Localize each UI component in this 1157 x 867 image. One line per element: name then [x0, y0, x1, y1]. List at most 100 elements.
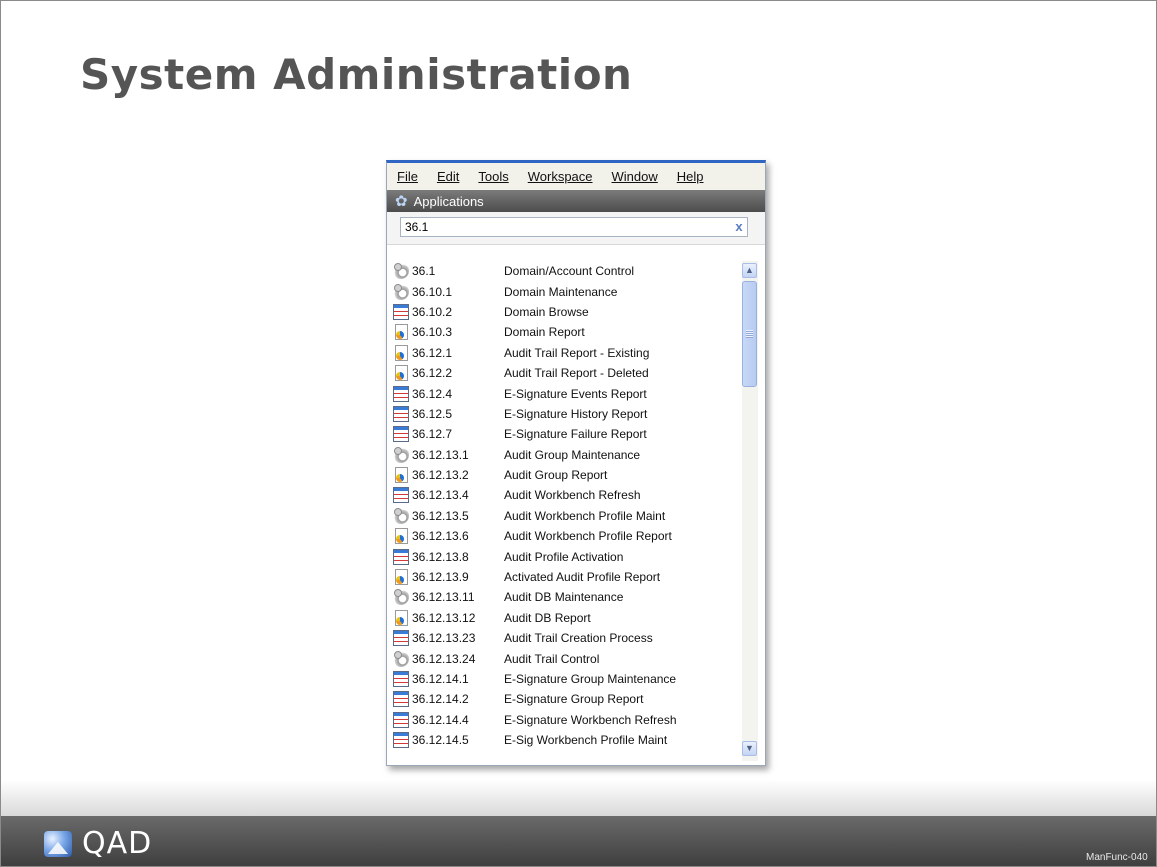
list-item-code: 36.12.13.1 [412, 447, 469, 462]
list-item-label: Activated Audit Profile Report [504, 570, 661, 585]
list-item-code: 36.12.13.8 [412, 549, 469, 564]
list-item-code: 36.12.13.9 [412, 570, 469, 585]
list-item[interactable]: 36.12.13.24 Audit Trail Control [393, 648, 741, 668]
list-item-label: Audit Workbench Refresh [504, 488, 641, 503]
report-icon [395, 324, 408, 341]
list-item[interactable]: 36.1 Domain/Account Control [393, 261, 741, 281]
list-item-code: 36.12.13.4 [412, 488, 469, 503]
browse-icon [393, 711, 409, 728]
list-item-code: 36.12.14.2 [412, 692, 469, 707]
report-icon [395, 467, 408, 484]
browse-icon [393, 426, 409, 443]
list-item[interactable]: 36.12.13.23 Audit Trail Creation Process [393, 628, 741, 648]
browse-icon [393, 630, 409, 647]
list-item[interactable]: 36.12.5 E-Signature History Report [393, 404, 741, 424]
list-item-code: 36.1 [412, 264, 436, 279]
list-item[interactable]: 36.12.13.9 Activated Audit Profile Report [393, 567, 741, 587]
list-item-label: Audit Workbench Profile Maint [504, 508, 666, 523]
list-item-label: E-Signature Failure Report [504, 427, 647, 442]
list-item[interactable]: 36.12.2 Audit Trail Report - Deleted [393, 363, 741, 383]
menu-file[interactable]: File [397, 169, 418, 184]
gear-icon [393, 507, 409, 524]
list-item-code: 36.10.1 [412, 284, 453, 299]
menu-help-label: Help [676, 169, 704, 184]
list-item[interactable]: 36.10.3 Domain Report [393, 322, 741, 342]
menu-window[interactable]: Window [612, 169, 658, 184]
gear-icon [393, 263, 409, 280]
list-item[interactable]: 36.12.13.8 Audit Profile Activation [393, 546, 741, 566]
list-item[interactable]: 36.12.13.11 Audit DB Maintenance [393, 587, 741, 607]
report-icon [395, 569, 408, 586]
scroll-grip [746, 330, 753, 338]
list-item[interactable]: 36.12.13.2 Audit Group Report [393, 465, 741, 485]
gear-icon [393, 589, 409, 606]
list-item-label: Domain Report [504, 325, 585, 340]
browse-icon [393, 303, 409, 320]
list-item-label: E-Signature Events Report [504, 386, 647, 401]
menu-help[interactable]: Help [677, 169, 704, 184]
list-item[interactable]: 36.10.1 Domain Maintenance [393, 281, 741, 301]
list-item[interactable]: 36.12.13.12 Audit DB Report [393, 608, 741, 628]
list-item-code: 36.12.7 [412, 427, 453, 442]
scroll-thumb[interactable] [742, 281, 757, 387]
list-item[interactable]: 36.12.13.5 Audit Workbench Profile Maint [393, 506, 741, 526]
list-item[interactable]: 36.12.14.2 E-Signature Group Report [393, 689, 741, 709]
list-item-code: 36.12.13.23 [412, 631, 476, 646]
list-item[interactable]: 36.12.14.1 E-Signature Group Maintenance [393, 669, 741, 689]
gear-icon [393, 283, 409, 300]
list-item-code: 36.12.13.6 [412, 529, 469, 544]
gear-icon [393, 650, 409, 667]
application-window: File Edit Tools Workspace Window Help ✿ … [386, 160, 766, 766]
browse-icon [393, 487, 409, 504]
list-item-code: 36.12.2 [412, 366, 453, 381]
browse-icon [393, 671, 409, 687]
list-item[interactable]: 36.12.14.5 E-Sig Workbench Profile Maint [393, 730, 741, 750]
footer-bar [1, 816, 1156, 866]
list-item[interactable]: 36.12.4 E-Signature Events Report [393, 383, 741, 403]
list-item-code: 36.12.5 [412, 406, 453, 421]
list-item-code: 36.12.14.4 [412, 712, 469, 727]
list-item-label: E-Signature Workbench Refresh [504, 712, 677, 727]
list-item-label: Domain/Account Control [504, 264, 635, 279]
browse-icon [393, 691, 409, 708]
menu-workspace[interactable]: Workspace [528, 169, 593, 184]
menu-workspace-label: Workspace [527, 169, 593, 184]
list-item-label: Audit Trail Report - Deleted [504, 366, 649, 381]
qad-logo: QAD [44, 826, 152, 861]
list-item-label: Audit Group Maintenance [504, 447, 641, 462]
list-item-label: Domain Maintenance [504, 284, 618, 299]
list-item[interactable]: 36.12.13.6 Audit Workbench Profile Report [393, 526, 741, 546]
list-item-label: Audit Trail Creation Process [504, 631, 653, 646]
menu-tools[interactable]: Tools [478, 169, 508, 184]
list-item-label: Audit Profile Activation [504, 549, 624, 564]
list-item-code: 36.12.13.2 [412, 468, 469, 483]
list-item[interactable]: 36.12.13.4 Audit Workbench Refresh [393, 485, 741, 505]
list-item[interactable]: 36.12.13.1 Audit Group Maintenance [393, 445, 741, 465]
list-item-label: E-Signature Group Maintenance [504, 672, 677, 686]
close-icon[interactable]: x [732, 220, 746, 234]
list-item-label: Audit Workbench Profile Report [504, 529, 672, 544]
list-item-code: 36.12.13.24 [412, 651, 476, 666]
menu-edit[interactable]: Edit [437, 169, 459, 184]
list-item[interactable]: 36.12.7 E-Signature Failure Report [393, 424, 741, 444]
list-item[interactable]: 36.12.14.4 E-Signature Workbench Refresh [393, 710, 741, 730]
list-item-code: 36.12.1 [412, 345, 453, 360]
list-item-code: 36.12.13.12 [412, 610, 476, 625]
menu-window-label: Window [611, 169, 658, 184]
browse-icon [393, 405, 409, 422]
panel-title: Applications [413, 193, 484, 209]
scroll-up-button[interactable]: ▲ [742, 263, 757, 278]
list-item[interactable]: 36.12.1 Audit Trail Report - Existing [393, 343, 741, 363]
menu-bar: File Edit Tools Workspace Window Help [387, 163, 765, 190]
menu-tools-label: Tools [478, 169, 509, 184]
search-input[interactable] [400, 217, 748, 237]
vertical-scrollbar[interactable]: ▲ ▼ [742, 261, 758, 761]
scroll-down-button[interactable]: ▼ [742, 741, 757, 756]
report-icon [395, 609, 408, 626]
menu-edit-label: Edit [436, 169, 460, 184]
list-item[interactable]: 36.10.2 Domain Browse [393, 302, 741, 322]
report-icon [395, 344, 408, 361]
list-item-code: 36.12.14.1 [412, 672, 469, 686]
menu-file-label: File [397, 169, 418, 184]
list-item-code: 36.12.13.5 [412, 508, 469, 523]
